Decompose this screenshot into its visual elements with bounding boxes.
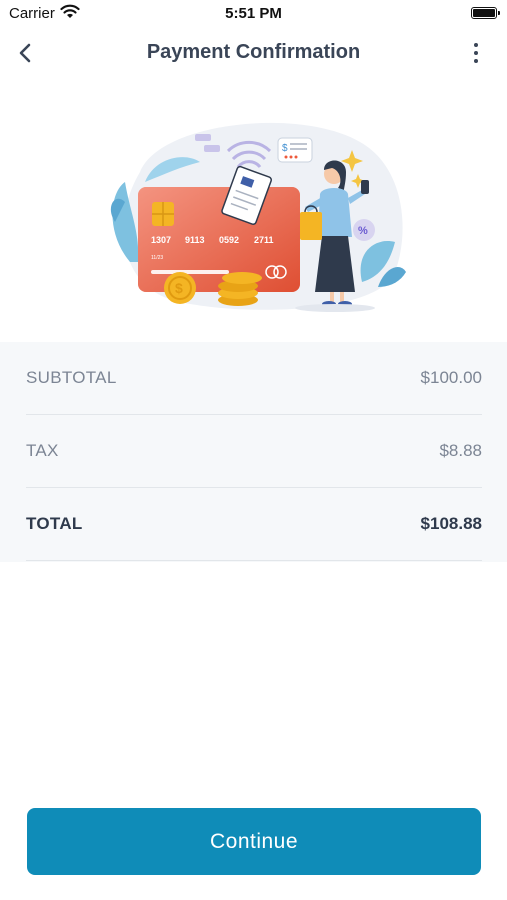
nav-bar: Payment Confirmation	[0, 30, 507, 76]
battery-icon	[471, 7, 500, 19]
subtotal-label: SUBTOTAL	[26, 368, 117, 387]
card-number-group-4: 2711	[254, 235, 274, 245]
payment-illustration: 1307 9113 0592 2711 11/23 $ $ %	[110, 122, 406, 312]
clock: 5:51 PM	[225, 5, 282, 22]
page-title: Payment Confirmation	[146, 41, 361, 63]
svg-text:$: $	[175, 280, 183, 296]
tax-label: TAX	[26, 441, 59, 460]
card-number-group-3: 0592	[219, 235, 239, 245]
payment-summary: SUBTOTAL $100.00 TAX $8.88 TOTAL $108.88	[0, 342, 507, 562]
svg-text:$: $	[282, 143, 288, 154]
tax-value: $8.88	[439, 441, 482, 460]
total-row: TOTAL $108.88	[26, 488, 482, 561]
continue-button[interactable]: Continue	[27, 808, 481, 875]
total-label: TOTAL	[26, 514, 83, 533]
card-number-group-2: 9113	[185, 235, 205, 245]
card-number-group-1: 1307	[151, 235, 171, 245]
subtotal-row: SUBTOTAL $100.00	[26, 342, 482, 415]
status-bar: Carrier 5:51 PM	[0, 0, 507, 30]
card-expiry: 11/23	[151, 255, 163, 261]
subtotal-value: $100.00	[420, 368, 482, 387]
tax-row: TAX $8.88	[26, 415, 482, 488]
svg-text:%: %	[358, 225, 368, 237]
total-value: $108.88	[420, 514, 482, 533]
more-options-icon[interactable]	[471, 40, 481, 66]
